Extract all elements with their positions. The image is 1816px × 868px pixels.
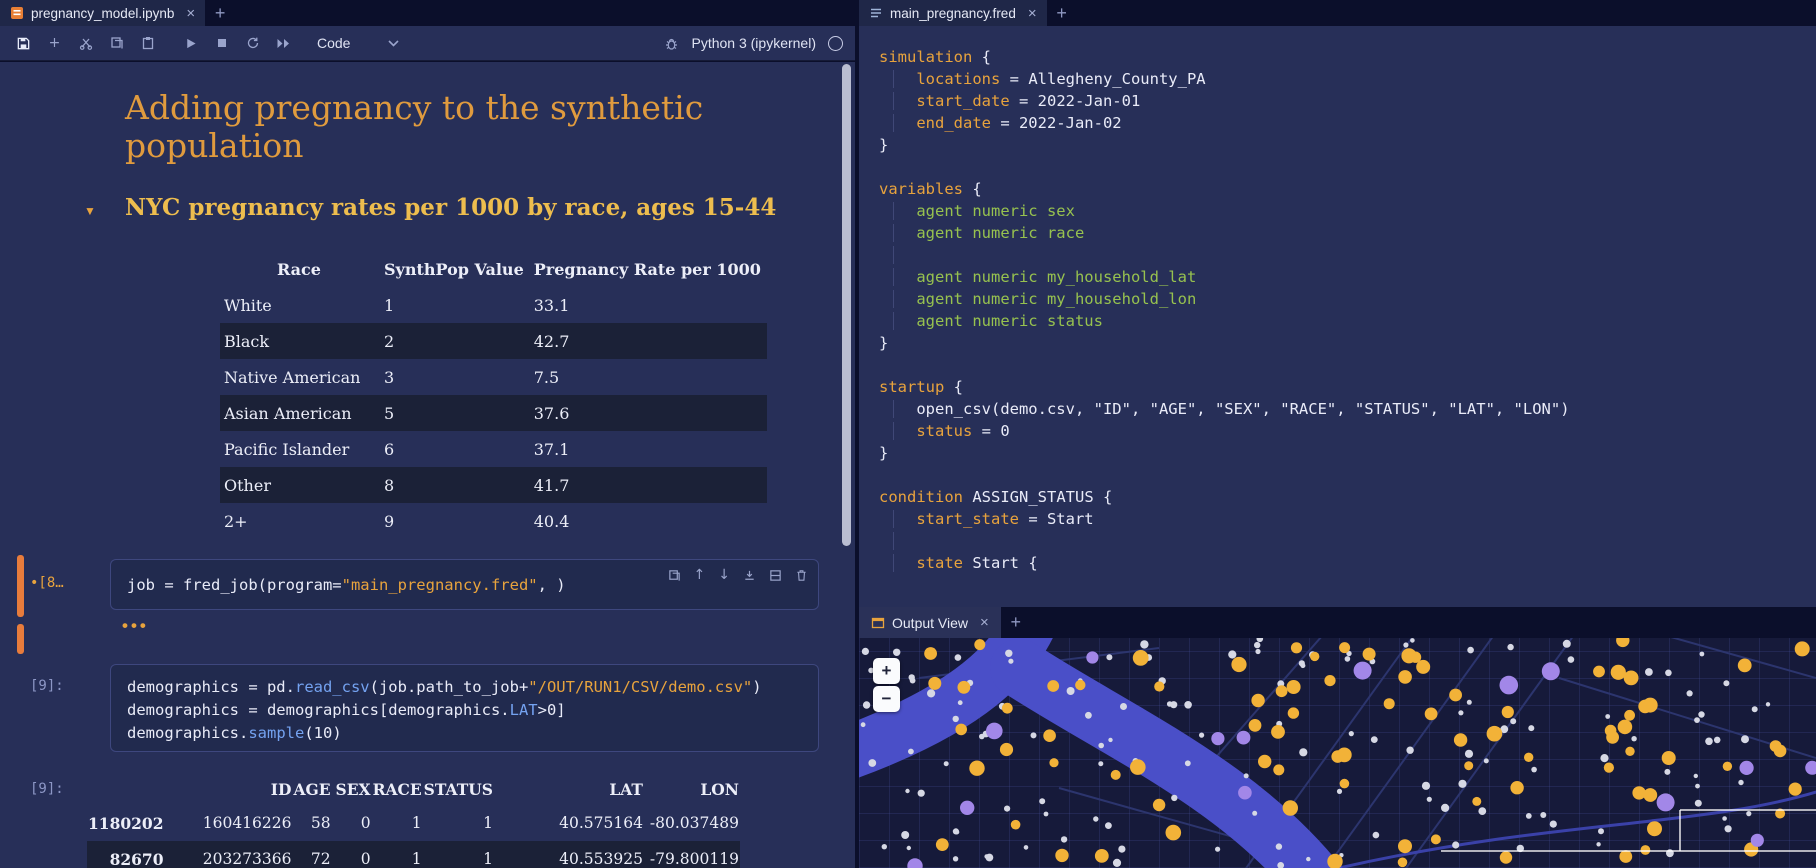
- code-cell-fred-job[interactable]: ↑ ↓ job = fred_job(program="main_pregnan…: [110, 559, 819, 610]
- output-view-tabbar: Output View × +: [859, 607, 1816, 638]
- section-heading: NYC pregnancy rates per 1000 by race, ag…: [125, 194, 777, 221]
- tab-title: Output View: [892, 614, 969, 631]
- table-row: Pacific Islander 6 37.1: [224, 439, 570, 459]
- notebook-pane: pregnancy_model.ipynb × + + Code Python …: [0, 0, 855, 868]
- execution-prompt: •[8…: [30, 575, 64, 591]
- cell-collapse-bar[interactable]: [17, 555, 24, 617]
- new-tab-button[interactable]: +: [1047, 0, 1077, 26]
- notebook-toolbar: + Code Python 3 (ipykernel): [0, 26, 855, 61]
- close-icon[interactable]: ×: [186, 6, 195, 21]
- close-icon[interactable]: ×: [980, 615, 989, 630]
- table-row: 82670 203273366 72 0 1 1 40.553925 -79.800119: [87, 841, 740, 868]
- save-icon[interactable]: [8, 31, 39, 56]
- zoom-in-button[interactable]: +: [873, 658, 900, 684]
- restart-kernel-icon[interactable]: [237, 31, 268, 56]
- copy-cells-icon[interactable]: [101, 31, 132, 56]
- table-row: 1180202 160416226 58 0 1 1 40.575164 -80.037489: [88, 813, 739, 833]
- kernel-name[interactable]: Python 3 (ipykernel): [691, 35, 816, 51]
- table-row: 2+ 9 40.4: [224, 511, 570, 531]
- fred-file-icon: [871, 8, 881, 18]
- tab-output-view[interactable]: Output View ×: [859, 607, 1001, 638]
- close-icon[interactable]: ×: [1028, 6, 1037, 21]
- new-tab-button[interactable]: +: [1001, 607, 1031, 638]
- table-row: Native American 3 7.5: [224, 367, 560, 387]
- zoom-out-button[interactable]: −: [873, 686, 900, 712]
- cell-collapse-bar[interactable]: [17, 624, 24, 654]
- map-canvas: [859, 638, 1816, 868]
- run-all-cells-icon[interactable]: [268, 31, 299, 56]
- editor-tabbar: main_pregnancy.fred × +: [859, 0, 1816, 26]
- map-river: [859, 638, 1343, 868]
- table-row: Asian American 5 37.6: [220, 395, 767, 431]
- stop-kernel-icon[interactable]: [206, 31, 237, 56]
- cut-cells-icon[interactable]: [70, 31, 101, 56]
- debugger-bug-icon[interactable]: [664, 36, 679, 51]
- scrollbar[interactable]: [842, 64, 851, 546]
- pregnancy-rates-table: Race SynthPop Value Pregnancy Rate per 100…: [220, 251, 767, 539]
- tab-title: main_pregnancy.fred: [890, 5, 1016, 21]
- execution-prompt: [9]:: [30, 678, 64, 694]
- chevron-down-icon: [388, 39, 400, 47]
- table-row: White 1 33.1: [224, 295, 570, 315]
- output-view-icon: [871, 617, 885, 628]
- cell-type-dropdown[interactable]: Code: [317, 35, 400, 51]
- tab-pregnancy-model[interactable]: pregnancy_model.ipynb ×: [0, 0, 206, 26]
- tab-main-pregnancy-fred[interactable]: main_pregnancy.fred ×: [859, 0, 1047, 26]
- code-cell-demographics[interactable]: demographics = pd.read_csv(job.path_to_j…: [110, 664, 819, 752]
- collapsed-output-button[interactable]: •••: [122, 616, 149, 636]
- map-highway: [1338, 790, 1816, 868]
- table-row: Black 2 42.7: [220, 323, 767, 359]
- run-cell-icon[interactable]: [175, 31, 206, 56]
- notebook-file-icon: [11, 7, 23, 19]
- fred-code-editor[interactable]: simulation { locations = Allegheny_Count…: [859, 26, 1816, 607]
- editor-pane: main_pregnancy.fred × + simulation { loc…: [859, 0, 1816, 868]
- kernel-status-icon: [828, 35, 843, 51]
- section-collapse-icon[interactable]: ▼: [84, 204, 96, 218]
- add-cell-icon[interactable]: +: [39, 31, 70, 56]
- map-zoom-control: + −: [873, 658, 900, 712]
- map-view[interactable]: + −: [859, 638, 1816, 868]
- paste-cells-icon[interactable]: [132, 31, 163, 56]
- notebook-tabbar: pregnancy_model.ipynb × +: [0, 0, 855, 26]
- markdown-title: Adding pregnancy to the synthetic popula…: [125, 88, 704, 166]
- cell-type-label: Code: [317, 35, 351, 51]
- tab-title: pregnancy_model.ipynb: [31, 5, 175, 21]
- table-row: Other 8 41.7: [220, 467, 767, 503]
- demographics-dataframe: ID AGE SEX RACE STATUS LAT LON 1180202 160416226…: [87, 773, 740, 868]
- notebook-content: Adding pregnancy to the synthetic popula…: [0, 62, 855, 868]
- new-tab-button[interactable]: +: [205, 0, 235, 26]
